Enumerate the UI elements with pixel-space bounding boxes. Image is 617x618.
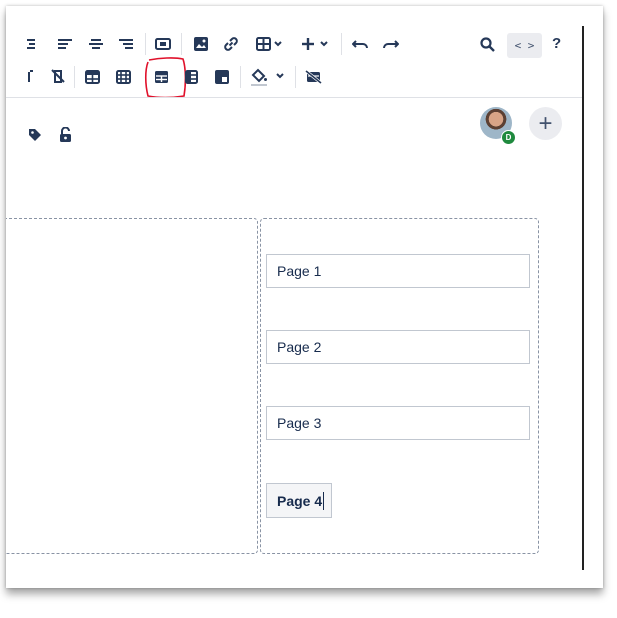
- add-collaborator-button[interactable]: +: [529, 107, 562, 140]
- layout-icon[interactable]: [153, 35, 173, 53]
- align-left-icon[interactable]: [56, 36, 74, 52]
- column-delete-icon[interactable]: [49, 68, 67, 84]
- table-delete-icon[interactable]: [303, 68, 323, 86]
- paint-bucket-icon[interactable]: [249, 66, 289, 88]
- row-insert-icon[interactable]: [22, 68, 36, 84]
- link-icon[interactable]: [222, 35, 240, 53]
- highlight-annotation: [144, 57, 186, 98]
- page-edge: [582, 26, 584, 570]
- label-icon[interactable]: [26, 126, 44, 144]
- page-field[interactable]: Page 2: [266, 330, 530, 364]
- image-icon[interactable]: [192, 35, 210, 53]
- text-cursor: [323, 491, 325, 510]
- toolbar-separator: [181, 33, 182, 55]
- help-button[interactable]: ?: [552, 35, 561, 52]
- page-field[interactable]: Page 1: [266, 254, 530, 288]
- toolbar-divider: [6, 97, 583, 98]
- cell-background-icon[interactable]: [213, 68, 231, 86]
- toolbar-separator: [295, 66, 296, 88]
- table-cell-left[interactable]: [6, 218, 258, 554]
- source-editor-button[interactable]: < >: [507, 33, 542, 58]
- avatar-badge: D: [501, 130, 516, 145]
- page-field-active[interactable]: Page 4: [266, 483, 332, 518]
- toolbar-separator: [240, 66, 241, 88]
- table-split-icon[interactable]: [183, 68, 199, 86]
- unlock-icon[interactable]: [56, 125, 74, 145]
- page-field[interactable]: Page 3: [266, 406, 530, 440]
- align-center-icon[interactable]: [87, 36, 105, 52]
- list-icon[interactable]: [22, 36, 38, 52]
- page-field-label: Page 3: [277, 415, 322, 431]
- search-icon[interactable]: [478, 35, 496, 53]
- page-field-label: Page 4: [277, 492, 323, 509]
- editor-window: < > ? D + Page 1 Page 2 Page 3 Page 4: [6, 6, 603, 588]
- table-icon[interactable]: [254, 35, 286, 53]
- undo-icon[interactable]: [350, 35, 370, 53]
- toolbar-separator: [74, 66, 75, 88]
- table-row-header-icon[interactable]: [83, 68, 101, 86]
- page-field-label: Page 2: [277, 339, 322, 355]
- page-field-label: Page 1: [277, 263, 322, 279]
- insert-icon[interactable]: [299, 35, 333, 53]
- toolbar-separator: [341, 33, 342, 55]
- align-right-icon[interactable]: [117, 36, 135, 52]
- redo-icon[interactable]: [381, 35, 401, 53]
- table-column-header-icon[interactable]: [114, 68, 132, 86]
- toolbar-separator: [145, 33, 146, 55]
